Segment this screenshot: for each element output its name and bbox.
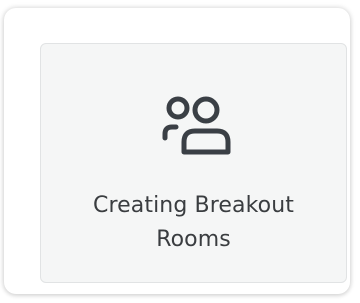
outer-card: Creating Breakout Rooms: [4, 8, 350, 294]
tile-label-line2: Rooms: [156, 227, 231, 252]
users-icon: [156, 94, 232, 158]
tile-label: Creating Breakout Rooms: [41, 189, 346, 257]
creating-breakout-rooms-tile[interactable]: Creating Breakout Rooms: [40, 43, 347, 283]
tile-label-line1: Creating Breakout: [93, 193, 294, 218]
